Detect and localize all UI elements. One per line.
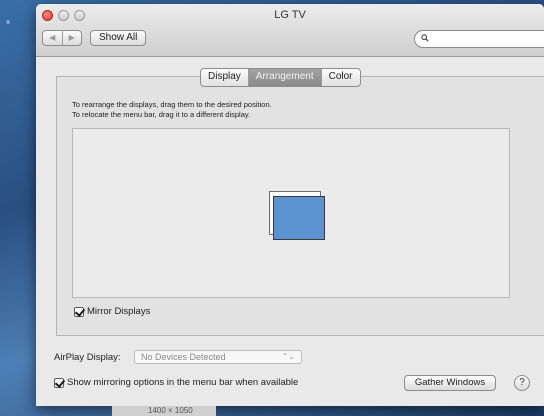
show-mirroring-checkbox[interactable] [54, 377, 64, 388]
mirror-displays-option[interactable]: Mirror Displays [74, 306, 150, 317]
popup-arrows-icon: ⌃⌄ [281, 352, 295, 361]
show-mirroring-label: Show mirroring options in the menu bar w… [67, 377, 299, 388]
window-title: LG TV [274, 9, 306, 21]
forward-arrow-icon[interactable]: ▶ [61, 31, 82, 45]
airplay-display-label: AirPlay Display: [54, 352, 121, 363]
back-arrow-icon[interactable]: ◀ [43, 31, 62, 45]
instruction-line-1: To rearrange the displays, drag them to … [72, 100, 272, 109]
tab-display[interactable]: Display [201, 69, 248, 86]
gather-windows-button[interactable]: Gather Windows [404, 375, 496, 391]
search-input[interactable] [433, 32, 533, 46]
airplay-display-select[interactable]: No Devices Detected ⌃⌄ [134, 350, 302, 364]
airplay-selected-value: No Devices Detected [141, 352, 226, 362]
mirror-displays-checkbox[interactable] [74, 306, 84, 317]
show-all-button[interactable]: Show All [90, 30, 147, 46]
instruction-line-2: To relocate the menu bar, drag it to a d… [72, 110, 251, 119]
desktop-background [6, 20, 10, 24]
search-field[interactable] [414, 30, 544, 48]
tab-color[interactable]: Color [320, 69, 360, 86]
search-icon [421, 34, 429, 42]
arrangement-instructions: To rearrange the displays, drag them to … [72, 100, 272, 120]
titlebar: LG TV ◀ ▶ Show All [36, 4, 544, 57]
tab-arrangement[interactable]: Arrangement [247, 69, 321, 86]
show-mirroring-option[interactable]: Show mirroring options in the menu bar w… [54, 377, 298, 388]
system-preferences-window: LG TV ◀ ▶ Show All Display Arrangement C… [36, 4, 544, 406]
back-forward-control[interactable]: ◀ ▶ [42, 30, 82, 46]
background-window-label: 1400 × 1050 [112, 406, 216, 416]
tab-bar: Display Arrangement Color [200, 68, 361, 87]
display-arrangement-area [72, 128, 510, 298]
help-button[interactable]: ? [514, 375, 530, 391]
display-thumbnail-primary[interactable] [273, 196, 325, 240]
mirror-displays-label: Mirror Displays [87, 306, 151, 317]
